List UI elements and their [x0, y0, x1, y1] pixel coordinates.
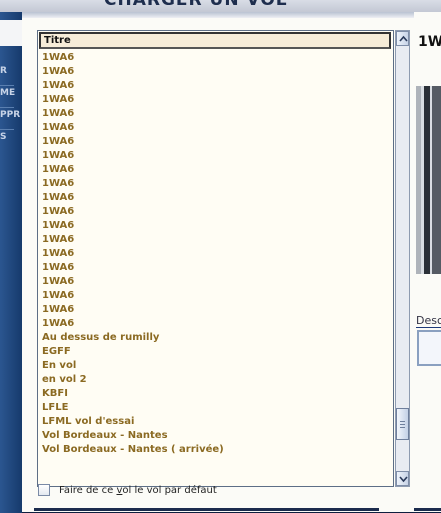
list-item[interactable]: 1WA6 — [42, 220, 224, 234]
nav-header-block — [0, 20, 22, 46]
list-item[interactable]: 1WA6 — [42, 304, 224, 318]
nav-divider — [0, 107, 14, 108]
chevron-down-icon — [399, 476, 408, 483]
list-item[interactable]: 1WA6 — [42, 108, 224, 122]
list-item[interactable]: 1WA6 — [42, 80, 224, 94]
load-flight-panel: Titre 1WA6 1WA6 1WA6 1WA6 1WA6 1WA6 1WA6 1WA6 1W… — [22, 12, 441, 512]
list-item[interactable]: 1WA6 — [42, 248, 224, 262]
list-item[interactable]: Au dessus de rumilly — [42, 332, 224, 346]
chevron-up-icon — [399, 35, 408, 42]
column-header-title[interactable]: Titre — [39, 32, 391, 49]
list-item[interactable]: 1WA6 — [42, 206, 224, 220]
list-item[interactable]: 1WA6 — [42, 178, 224, 192]
nav-item-4[interactable]: S — [0, 132, 6, 142]
nav-item-3[interactable]: PPR — [0, 110, 20, 120]
panel-top-edge — [22, 12, 441, 18]
list-item[interactable]: En vol — [42, 360, 224, 374]
list-item[interactable]: 1WA6 — [42, 262, 224, 276]
description-field[interactable] — [417, 330, 441, 366]
nav-divider — [0, 85, 14, 86]
list-item[interactable]: 1WA6 — [42, 66, 224, 80]
scroll-down-button[interactable] — [396, 471, 409, 486]
description-label: Desc — [416, 314, 441, 327]
list-item[interactable]: 1WA6 — [42, 94, 224, 108]
list-item[interactable]: LFLE — [42, 402, 224, 416]
panel-bottom-divider — [34, 508, 379, 511]
list-item[interactable]: EGFF — [42, 346, 224, 360]
list-item[interactable]: 1WA6 — [42, 122, 224, 136]
nav-divider — [0, 129, 14, 130]
window-title-bar: CHARGER UN VOL — [0, 0, 441, 12]
detail-title: 1WA — [418, 34, 441, 50]
left-navigation: R ME PPR S — [0, 12, 22, 513]
description-underline — [416, 327, 441, 328]
flight-list[interactable]: Titre 1WA6 1WA6 1WA6 1WA6 1WA6 1WA6 1WA6 1WA6 1W… — [37, 30, 394, 487]
list-item[interactable]: 1WA6 — [42, 318, 224, 332]
nav-item-1[interactable]: R — [0, 66, 7, 76]
window-title: CHARGER UN VOL — [104, 0, 288, 10]
list-item[interactable]: 1WA6 — [42, 136, 224, 150]
default-flight-label[interactable]: Faire de ce vol le vol par défaut — [59, 484, 217, 497]
list-item[interactable]: 1WA6 — [42, 52, 224, 66]
flight-list-rows: 1WA6 1WA6 1WA6 1WA6 1WA6 1WA6 1WA6 1WA6 1WA6 1WA6… — [42, 52, 224, 458]
list-item[interactable]: 1WA6 — [42, 164, 224, 178]
scroll-up-button[interactable] — [396, 31, 409, 46]
flight-preview-image — [416, 86, 441, 274]
list-item[interactable]: en vol 2 — [42, 374, 224, 388]
list-item[interactable]: KBFI — [42, 388, 224, 402]
flight-detail-pane: 1WA Desc — [414, 12, 441, 512]
default-flight-checkbox[interactable] — [38, 484, 50, 496]
nav-item-2[interactable]: ME — [0, 88, 15, 98]
list-item[interactable]: 1WA6 — [42, 150, 224, 164]
list-scrollbar[interactable] — [395, 30, 410, 487]
list-item[interactable]: 1WA6 — [42, 290, 224, 304]
list-item[interactable]: Vol Bordeaux - Nantes ( arrivée) — [42, 444, 224, 458]
list-item[interactable]: Vol Bordeaux - Nantes — [42, 430, 224, 444]
list-item[interactable]: 1WA6 — [42, 234, 224, 248]
scroll-thumb[interactable] — [396, 408, 409, 440]
detail-bottom-divider — [414, 508, 441, 511]
list-item[interactable]: LFML vol d'essai — [42, 416, 224, 430]
list-item[interactable]: 1WA6 — [42, 276, 224, 290]
list-item[interactable]: 1WA6 — [42, 192, 224, 206]
